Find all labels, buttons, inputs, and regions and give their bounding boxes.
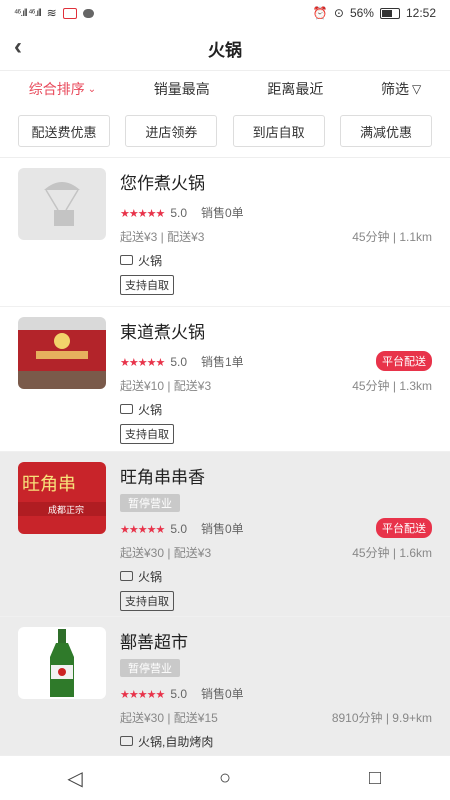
platform-delivery-badge: 平台配送	[376, 351, 432, 371]
clock: 12:52	[405, 6, 436, 20]
battery-icon	[379, 7, 400, 19]
tag-label: 火锅	[138, 253, 163, 268]
store-name: 旺角串串香	[120, 468, 205, 487]
page-title: 火锅	[208, 40, 242, 60]
sort-comprehensive[interactable]: 综合排序 ⌄	[29, 79, 96, 99]
rating-row: ★★★★★ 5.0 销售0单 平台配送	[120, 516, 432, 540]
rating-score: 5.0	[170, 354, 187, 369]
fee-text: 起送¥10 | 配送¥3	[120, 378, 212, 393]
rating-row: ★★★★★ 5.0 销售1单 平台配送	[120, 349, 432, 373]
image-placeholder-icon	[44, 182, 80, 226]
pickup-badge: 支持自取	[120, 591, 174, 611]
store-thumbnail-placeholder	[18, 168, 106, 240]
star-rating-icon: ★★★★★	[120, 356, 165, 369]
tag-icon	[120, 255, 133, 265]
back-arrow-icon[interactable]: ‹	[14, 35, 22, 59]
tag-label: 火锅,自助烤肉	[138, 734, 214, 749]
rating-row: ★★★★★ 5.0 销售0单	[120, 681, 432, 705]
alarm-icon: ⏰	[312, 6, 328, 20]
sales-count: 销售0单	[201, 205, 244, 220]
fee-text: 起送¥3 | 配送¥3	[120, 229, 205, 244]
closed-badge: 暂停营业	[120, 659, 180, 677]
platform-delivery-badge: 平台配送	[376, 518, 432, 538]
status-bar: ⁴⁶.ıll ⁴⁶.ıll ≋ ⏰ ⊙ 56% 12:52	[0, 0, 450, 26]
chevron-down-icon: ⌄	[87, 83, 97, 95]
store-name: 東道煮火锅	[120, 323, 205, 342]
category-tag: 火锅	[120, 564, 432, 588]
store-item[interactable]: 鄯善超市 暂停营业 ★★★★★ 5.0 销售0单 起送¥30 | 配送¥15 891…	[0, 617, 450, 756]
store-name: 鄯善超市	[120, 633, 188, 652]
filter-icon: ▽	[411, 82, 422, 96]
star-rating-icon: ★★★★★	[120, 523, 165, 536]
store-item[interactable]: 東道煮火锅 ★★★★★ 5.0 销售1单 平台配送 起送¥10 | 配送¥3 45分…	[0, 307, 450, 452]
svg-text:旺角串: 旺角串	[22, 474, 76, 495]
rating-score: 5.0	[170, 205, 187, 220]
category-tag: 火锅	[120, 248, 432, 272]
chip-store-coupon[interactable]: 进店领券	[125, 115, 218, 147]
sort-label: 销量最高	[153, 81, 210, 97]
store-photo	[18, 627, 106, 699]
message-icon	[82, 8, 94, 18]
store-photo	[18, 317, 106, 389]
store-list: 您作煮火锅 ★★★★★ 5.0 销售0单 起送¥3 | 配送¥3 45分钟 | 1.…	[0, 158, 450, 756]
pickup-badge: 支持自取	[120, 275, 174, 295]
fee-text: 起送¥30 | 配送¥3	[120, 545, 212, 560]
chip-delivery-discount[interactable]: 配送费优惠	[18, 115, 110, 147]
system-nav-bar: ◁ ○ □	[0, 755, 450, 800]
fee-row: 起送¥30 | 配送¥3 45分钟 | 1.6km	[120, 540, 432, 564]
nav-recents-icon[interactable]: □	[355, 767, 395, 790]
rating-score: 5.0	[170, 686, 187, 701]
sort-label: 综合排序	[28, 81, 85, 97]
sales-count: 销售1单	[201, 354, 244, 369]
tag-icon	[120, 571, 133, 581]
star-rating-icon: ★★★★★	[120, 207, 165, 220]
store-item[interactable]: 您作煮火锅 ★★★★★ 5.0 销售0单 起送¥3 | 配送¥3 45分钟 | 1.…	[0, 158, 450, 307]
sort-label: 筛选	[380, 81, 409, 97]
fee-text: 起送¥30 | 配送¥15	[120, 710, 218, 725]
tag-label: 火锅	[138, 402, 163, 417]
tag-icon	[120, 404, 133, 414]
pickup-badge: 支持自取	[120, 424, 174, 444]
notification-icon	[62, 7, 77, 19]
rating-row: ★★★★★ 5.0 销售0单	[120, 200, 432, 224]
sort-distance[interactable]: 距离最近	[267, 79, 323, 99]
sales-count: 销售0单	[201, 686, 244, 701]
sort-sales[interactable]: 销量最高	[154, 79, 210, 99]
rating-score: 5.0	[170, 521, 187, 536]
sort-label: 距离最近	[267, 81, 324, 97]
sort-filter[interactable]: 筛选 ▽	[381, 79, 421, 99]
store-name: 您作煮火锅	[120, 174, 205, 193]
category-tag: 火锅,自助烤肉	[120, 729, 432, 753]
fee-row: 起送¥30 | 配送¥15 8910分钟 | 9.9+km	[120, 705, 432, 729]
category-tag: 火锅	[120, 397, 432, 421]
chip-full-reduction[interactable]: 满减优惠	[339, 115, 432, 147]
star-rating-icon: ★★★★★	[120, 688, 165, 701]
store-item[interactable]: 旺角串 成都正宗 旺角串串香 暂停营业 ★★★★★ 5.0 销售0单 平台配送 起送…	[0, 452, 450, 617]
sort-bar: 综合排序 ⌄ 销量最高 距离最近 筛选 ▽	[0, 71, 450, 107]
battery-percent: 56%	[349, 6, 374, 20]
store-photo: 旺角串 成都正宗	[18, 462, 106, 534]
eta-distance: 8910分钟 | 9.9+km	[331, 710, 432, 725]
tag-label: 火锅	[138, 569, 163, 584]
location-icon: ⊙	[333, 6, 344, 20]
signal-icon: ⁴⁶.ıll ⁴⁶.ıll	[14, 7, 42, 19]
nav-home-icon[interactable]: ○	[205, 767, 245, 790]
eta-distance: 45分钟 | 1.1km	[352, 229, 432, 244]
tag-icon	[120, 736, 133, 746]
wifi-icon: ≋	[46, 6, 57, 20]
eta-distance: 45分钟 | 1.3km	[352, 378, 432, 393]
nav-back-icon[interactable]: ◁	[55, 766, 95, 791]
eta-distance: 45分钟 | 1.6km	[352, 545, 432, 560]
chip-pickup[interactable]: 到店自取	[232, 115, 325, 147]
sales-count: 销售0单	[201, 521, 244, 536]
fee-row: 起送¥10 | 配送¥3 45分钟 | 1.3km	[120, 373, 432, 397]
promo-chips: 配送费优惠 进店领券 到店自取 满减优惠	[0, 107, 450, 157]
fee-row: 起送¥3 | 配送¥3 45分钟 | 1.1km	[120, 224, 432, 248]
closed-badge: 暂停营业	[120, 494, 180, 512]
svg-text:成都正宗: 成都正宗	[48, 504, 84, 516]
nav-header: ‹ 火锅	[0, 26, 450, 70]
